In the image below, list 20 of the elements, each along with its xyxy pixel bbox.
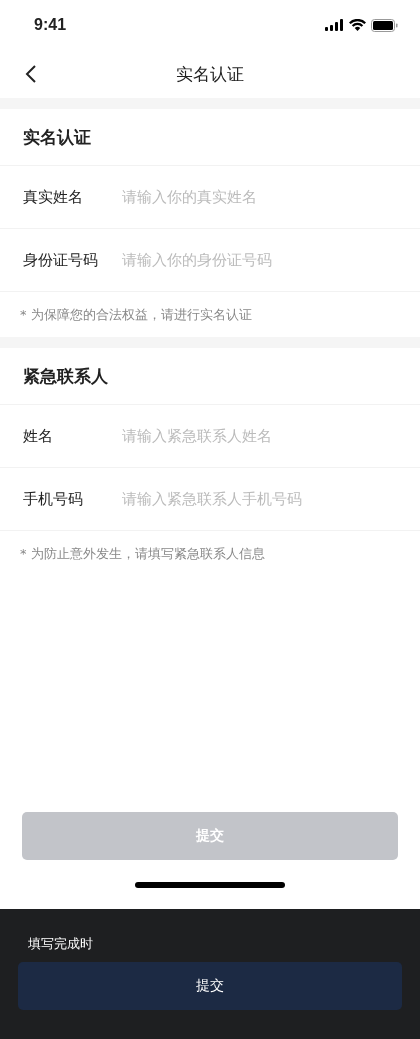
input-field[interactable]: 请输入紧急联系人手机号码 bbox=[122, 490, 410, 508]
submit-button[interactable]: 提交 bbox=[18, 962, 402, 1010]
signal-icon bbox=[325, 19, 344, 31]
battery-icon bbox=[371, 18, 398, 32]
note-text: * 为保障您的合法权益，请进行实名认证 bbox=[20, 305, 252, 324]
wifi-icon bbox=[349, 19, 366, 31]
page-title: 实名认证 bbox=[176, 62, 244, 86]
section-title: 紧急联系人 bbox=[23, 364, 108, 388]
field-label: 身份证号码 bbox=[23, 250, 99, 270]
panel-caption: 填写完成时 bbox=[27, 935, 94, 953]
field-label: 真实姓名 bbox=[23, 187, 84, 207]
section-title: 实名认证 bbox=[23, 125, 91, 149]
input-field[interactable]: 请输入紧急联系人姓名 bbox=[122, 427, 410, 445]
field-label: 手机号码 bbox=[23, 489, 84, 509]
status-time: 9:41 bbox=[34, 16, 67, 34]
field-label: 姓名 bbox=[23, 426, 54, 446]
input-field[interactable]: 请输入你的真实姓名 bbox=[122, 188, 410, 206]
input-field[interactable]: 请输入你的身份证号码 bbox=[122, 251, 410, 269]
back-icon[interactable] bbox=[25, 64, 37, 84]
note-text: * 为防止意外发生，请填写紧急联系人信息 bbox=[20, 544, 265, 563]
